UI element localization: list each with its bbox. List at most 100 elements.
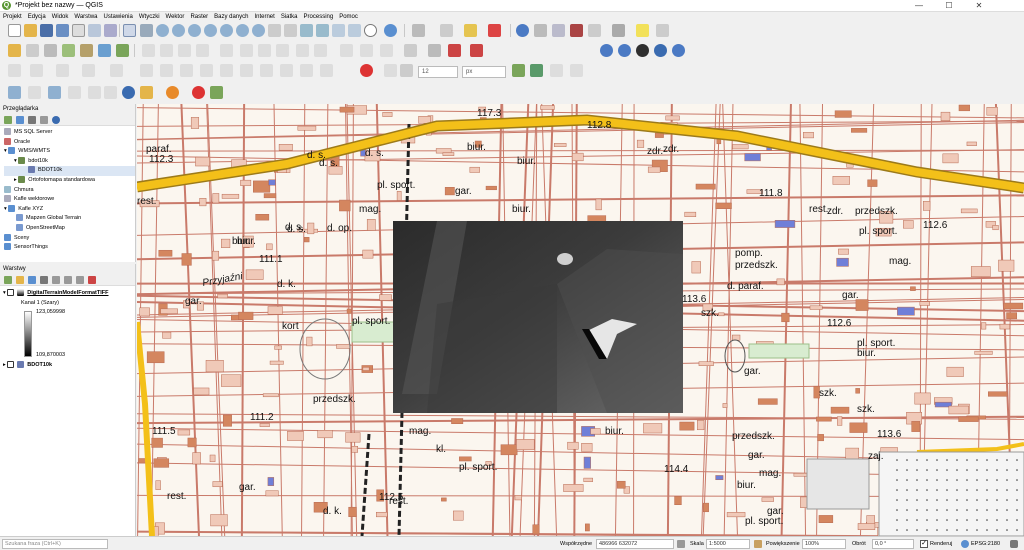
save-edits-icon[interactable] xyxy=(44,44,57,57)
coordinate-input[interactable]: 486966 632072 xyxy=(596,539,674,549)
show-hide-labels-icon[interactable] xyxy=(104,86,117,99)
pan-map-icon[interactable] xyxy=(123,24,136,37)
new-layout-icon[interactable] xyxy=(72,24,85,37)
diagram-icon[interactable] xyxy=(428,44,441,57)
offset-curve-icon[interactable] xyxy=(300,64,313,77)
browser-item-bdot10k[interactable]: ▾ bdot10k xyxy=(4,156,135,167)
circle-tool-icon[interactable] xyxy=(56,64,69,77)
field-calculator-icon[interactable] xyxy=(552,24,565,37)
browser-item-sceny[interactable]: Sceny xyxy=(4,233,135,244)
move-label-icon[interactable] xyxy=(48,86,61,99)
zoom-in-icon[interactable] xyxy=(156,24,169,37)
browser-item-wms[interactable]: ▾ WMS/WMTS xyxy=(4,147,135,157)
browser-item-mapzen[interactable]: Mapzen Global Terrain xyxy=(4,214,135,224)
rotate-feature-icon[interactable] xyxy=(160,64,173,77)
layout-manager-icon[interactable] xyxy=(88,24,101,37)
render-checkbox[interactable]: ✓ xyxy=(920,540,928,548)
plugins-icon[interactable] xyxy=(654,44,667,57)
processing-toolbox-icon[interactable] xyxy=(600,44,613,57)
temporal-controller-icon[interactable] xyxy=(364,24,377,37)
model-designer-icon[interactable] xyxy=(618,44,631,57)
layer-styling-panel-icon[interactable] xyxy=(4,276,12,284)
open-table-icon[interactable] xyxy=(588,24,601,37)
select-features-icon[interactable] xyxy=(440,24,453,37)
minimize-button[interactable]: — xyxy=(904,0,934,12)
rotation-input[interactable]: 0,0 ° xyxy=(872,539,914,549)
simplify-icon[interactable] xyxy=(180,64,193,77)
snapping-icon[interactable] xyxy=(8,64,21,77)
browser-item-ortofoto[interactable]: ▸ Ortofotomapa standardowa xyxy=(4,176,135,186)
messages-icon[interactable] xyxy=(1010,540,1018,548)
menu-bazy-danych[interactable]: Bazy danych xyxy=(211,12,251,22)
location-pin-icon[interactable] xyxy=(192,86,205,99)
map-plugin-icon[interactable] xyxy=(210,86,223,99)
save-as-icon[interactable] xyxy=(56,24,69,37)
python-plugin-icon[interactable] xyxy=(140,86,153,99)
regular-polygon-icon[interactable] xyxy=(110,64,123,77)
add-vector-layer-icon[interactable] xyxy=(62,44,75,57)
lock-scale-icon[interactable] xyxy=(754,540,762,548)
menu-processing[interactable]: Processing xyxy=(301,12,337,22)
label-move-icon[interactable] xyxy=(380,44,393,57)
digitize-line-icon[interactable] xyxy=(160,44,173,57)
shape-tool-icon[interactable] xyxy=(30,64,43,77)
refresh-browser-icon[interactable] xyxy=(16,116,24,124)
vertex-tool-icon[interactable] xyxy=(196,44,209,57)
python-console-icon[interactable] xyxy=(636,44,649,57)
identify-select-icon[interactable] xyxy=(412,24,425,37)
unit-select[interactable]: px xyxy=(462,66,506,78)
browser-item-chmura[interactable]: Chmura xyxy=(4,185,135,196)
new-3d-view-icon[interactable] xyxy=(316,24,329,37)
intersection-snap-icon[interactable] xyxy=(550,64,563,77)
zoom-native-icon[interactable] xyxy=(252,24,265,37)
browser-item-sensorthings[interactable]: SensorThings xyxy=(4,243,135,253)
menu-wtyczki[interactable]: Wtyczki xyxy=(136,12,163,22)
self-snap-icon[interactable] xyxy=(570,64,583,77)
magnet-snap-icon[interactable] xyxy=(360,64,373,77)
move-feature-icon[interactable] xyxy=(140,64,153,77)
new-map-view-icon[interactable] xyxy=(300,24,313,37)
text-annotation-icon[interactable] xyxy=(656,24,669,37)
remove-layer-icon[interactable] xyxy=(448,44,461,57)
browser-item-xyz[interactable]: ▾ Kafle XYZ xyxy=(4,204,135,215)
add-group-icon[interactable] xyxy=(16,276,24,284)
menu-projekt[interactable]: Projekt xyxy=(0,12,25,22)
crs-globe-icon[interactable] xyxy=(961,540,969,548)
deselect-icon[interactable] xyxy=(488,24,501,37)
add-virtual-layer-icon[interactable] xyxy=(116,44,129,57)
show-bookmarks-icon[interactable] xyxy=(348,24,361,37)
font-size-input[interactable]: 12 xyxy=(418,66,458,78)
undo-icon[interactable] xyxy=(296,44,309,57)
browser-item-bdot10k-layer[interactable]: BDOT10k xyxy=(4,166,135,176)
toggle-editing-icon[interactable] xyxy=(26,44,39,57)
menu-wektor[interactable]: Wektor xyxy=(163,12,188,22)
cut-features-icon[interactable] xyxy=(240,44,253,57)
redo-icon[interactable] xyxy=(314,44,327,57)
split-features-icon[interactable] xyxy=(320,64,333,77)
browser-item-mssql[interactable]: MS SQL Server xyxy=(4,128,135,138)
layer-bdot[interactable]: ▸ BDOT10k xyxy=(3,361,133,371)
filter-expression-icon[interactable] xyxy=(52,276,60,284)
zoom-last-icon[interactable] xyxy=(268,24,281,37)
show-pins-icon[interactable] xyxy=(28,86,41,99)
zoom-layer-icon[interactable] xyxy=(236,24,249,37)
browser-item-osm[interactable]: OpenStreetMap xyxy=(4,223,135,234)
reshape-icon[interactable] xyxy=(280,64,293,77)
trace-icon[interactable] xyxy=(512,64,525,77)
digitize-point-icon[interactable] xyxy=(142,44,155,57)
scale-input[interactable]: 1:5000 xyxy=(706,539,750,549)
digitize-polygon-icon[interactable] xyxy=(178,44,191,57)
refresh-icon[interactable] xyxy=(384,24,397,37)
fill-ring-icon[interactable] xyxy=(240,64,253,77)
map-canvas[interactable]: 112.3 117.3 112.8 d. s. d. s. pl. sport. rest.… xyxy=(137,104,1024,536)
copy-features-icon[interactable] xyxy=(258,44,271,57)
filter-legend-icon[interactable] xyxy=(40,276,48,284)
label-pin-icon[interactable] xyxy=(360,44,373,57)
menu-widok[interactable]: Widok xyxy=(49,12,72,22)
zoom-selection-icon[interactable] xyxy=(220,24,233,37)
menu-raster[interactable]: Raster xyxy=(187,12,211,22)
info-icon[interactable] xyxy=(122,86,135,99)
gps-icon[interactable] xyxy=(672,44,685,57)
menu-internet[interactable]: Internet xyxy=(251,12,277,22)
attribute-table-icon[interactable] xyxy=(534,24,547,37)
